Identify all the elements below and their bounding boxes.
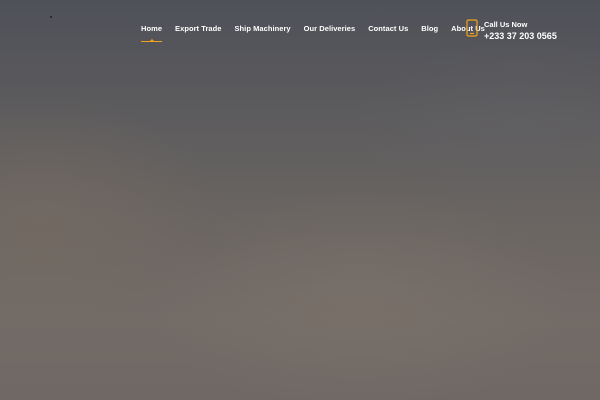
nav-item-our-deliveries[interactable]: Our Deliveries [304, 23, 356, 34]
call-us-block[interactable]: Call Us Now +233 37 203 0565 [466, 19, 557, 42]
nav-item-home[interactable]: Home [141, 23, 163, 42]
nav-item-label: Export Trade [175, 24, 222, 33]
call-label: Call Us Now [484, 20, 528, 29]
logo-mark [50, 16, 52, 18]
nav-item-blog[interactable]: Blog [421, 23, 438, 34]
nav-item-label: Contact Us [368, 24, 409, 33]
hero-background: Home Export Trade Ship Machinery Our Del… [0, 0, 600, 400]
nav-item-label: Our Deliveries [303, 24, 356, 33]
nav-item-label: Blog [421, 24, 439, 33]
nav-menu: Home Export Trade Ship Machinery Our Del… [141, 23, 485, 42]
nav-item-export-trade[interactable]: Export Trade [175, 23, 221, 34]
nav-item-contact-us[interactable]: Contact Us [368, 23, 408, 34]
nav-item-label: Home [141, 24, 163, 33]
active-indicator-caret [149, 39, 154, 41]
call-text: Call Us Now +233 37 203 0565 [484, 19, 557, 42]
nav-item-ship-machinery[interactable]: Ship Machinery [235, 23, 291, 34]
smartphone-icon [466, 19, 478, 37]
phone-number-link[interactable]: +233 37 203 0565 [484, 30, 557, 42]
nav-item-label: Ship Machinery [234, 24, 291, 33]
